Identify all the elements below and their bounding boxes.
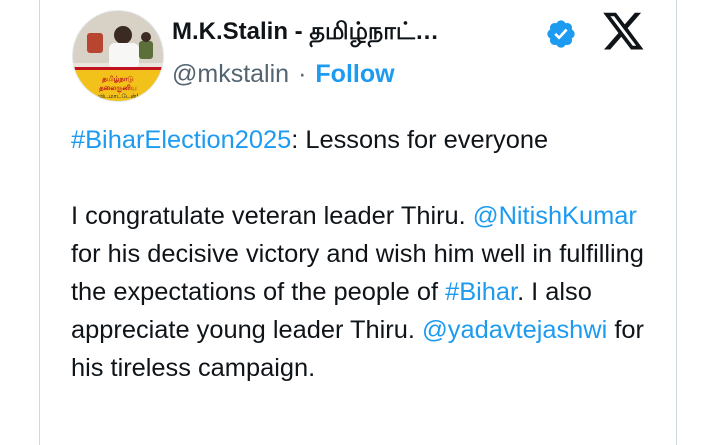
mention-nitishkumar[interactable]: @NitishKumar — [473, 202, 637, 230]
separator-dot: · — [298, 59, 307, 88]
author-name-row[interactable]: M.K.Stalin - தமிழ்நாட்… — [172, 14, 439, 52]
author-display-name[interactable]: M.K.Stalin - தமிழ்நாட்… — [172, 18, 439, 48]
tweet-text: #BiharElection2025: Lessons for everyone… — [71, 121, 661, 387]
tweet-line1-text: : Lessons for everyone — [291, 126, 549, 154]
follow-button[interactable]: Follow — [315, 60, 394, 89]
x-logo-icon[interactable] — [603, 12, 645, 52]
avatar[interactable]: தமிழ்நாடு தலைகுனிய விடமாட்டேன்! — [72, 10, 164, 102]
svg-text:தமிழ்நாடு: தமிழ்நாடு — [102, 75, 133, 84]
tweet-text-part1: I congratulate veteran leader Thiru. — [71, 202, 473, 230]
tweet-paragraph-2: I congratulate veteran leader Thiru. @Ni… — [71, 197, 661, 387]
svg-text:விடமாட்டேன்!: விடமாட்டேன்! — [97, 93, 139, 100]
mention-yadavtejashwi[interactable]: @yadavtejashwi — [422, 316, 607, 344]
author-handle-row: @mkstalin · Follow — [172, 56, 395, 92]
hashtag-bihar-election-2025[interactable]: #BiharElection2025 — [71, 126, 291, 154]
hashtag-bihar[interactable]: #Bihar — [445, 278, 517, 306]
page: தமிழ்நாடு தலைகுனிய விடமாட்டேன்! M.K.Stal… — [0, 0, 719, 445]
tweet-paragraph-1: #BiharElection2025: Lessons for everyone — [71, 121, 661, 159]
author-handle[interactable]: @mkstalin — [172, 60, 289, 89]
verified-badge-icon — [545, 18, 577, 50]
